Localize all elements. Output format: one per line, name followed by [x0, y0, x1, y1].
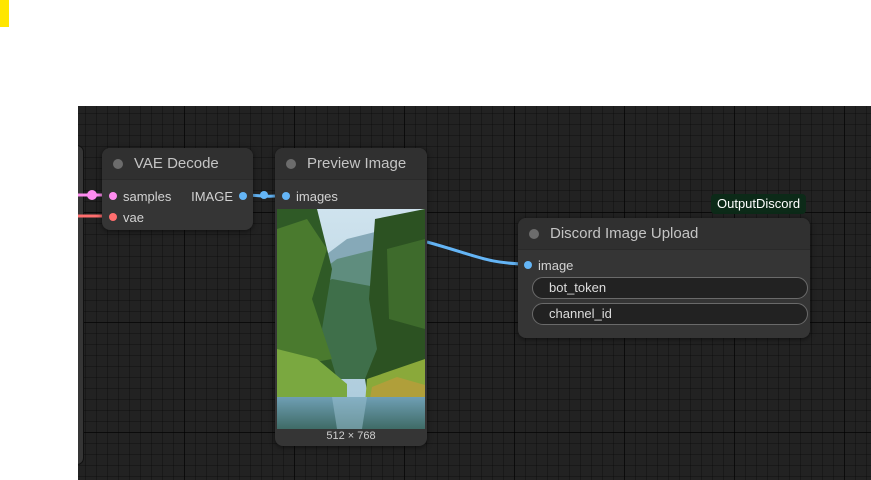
discord-upload-title-text: Discord Image Upload	[550, 225, 699, 242]
image-label: image	[538, 257, 574, 273]
discord-upload-title[interactable]: Discord Image Upload	[518, 218, 810, 250]
vae-input-slot[interactable]: vae	[109, 209, 144, 225]
offscreen-node-edge[interactable]	[78, 146, 83, 464]
image-output-slot[interactable]: IMAGE	[191, 188, 247, 204]
bot-token-field[interactable]: bot_token	[532, 277, 808, 299]
channel-id-field[interactable]: channel_id	[532, 303, 808, 325]
node-graph-canvas[interactable]: VAE Decode samples vae IMAGE Preview Ima…	[78, 106, 871, 480]
images-socket-icon[interactable]	[282, 192, 290, 200]
samples-label: samples	[123, 188, 172, 204]
image-dimensions: 512 × 768	[326, 430, 376, 442]
collapse-dot-icon[interactable]	[113, 158, 123, 169]
samples-link-dot	[87, 190, 97, 200]
landscape-image	[277, 209, 425, 429]
samples-socket-icon[interactable]	[109, 192, 117, 200]
preview-image-thumbnail[interactable]	[277, 209, 425, 429]
highlight-marker	[0, 0, 9, 27]
samples-input-slot[interactable]: samples	[109, 188, 171, 204]
image-output-label: IMAGE	[191, 188, 233, 204]
vae-decode-node[interactable]: VAE Decode samples vae IMAGE	[102, 148, 253, 230]
vae-socket-icon[interactable]	[109, 213, 117, 221]
images-label: images	[296, 188, 338, 204]
output-discord-badge: OutputDiscord	[711, 194, 807, 214]
preview-image-node[interactable]: Preview Image images 512 × 768	[275, 148, 427, 446]
image-to-discord-link	[426, 240, 530, 266]
image-link-dot	[260, 191, 268, 199]
preview-image-title-text: Preview Image	[307, 155, 407, 172]
vae-decode-title-text: VAE Decode	[134, 155, 219, 172]
image-output-socket-icon[interactable]	[239, 192, 247, 200]
images-input-slot[interactable]: images	[282, 188, 338, 204]
collapse-dot-icon[interactable]	[286, 158, 296, 169]
discord-upload-node[interactable]: Discord Image Upload image bot_token cha…	[518, 218, 810, 338]
vae-decode-title[interactable]: VAE Decode	[102, 148, 253, 180]
image-input-slot[interactable]: image	[524, 257, 573, 273]
collapse-dot-icon[interactable]	[529, 228, 539, 239]
image-socket-icon[interactable]	[524, 261, 532, 269]
vae-label: vae	[123, 209, 144, 225]
preview-image-title[interactable]: Preview Image	[275, 148, 427, 180]
